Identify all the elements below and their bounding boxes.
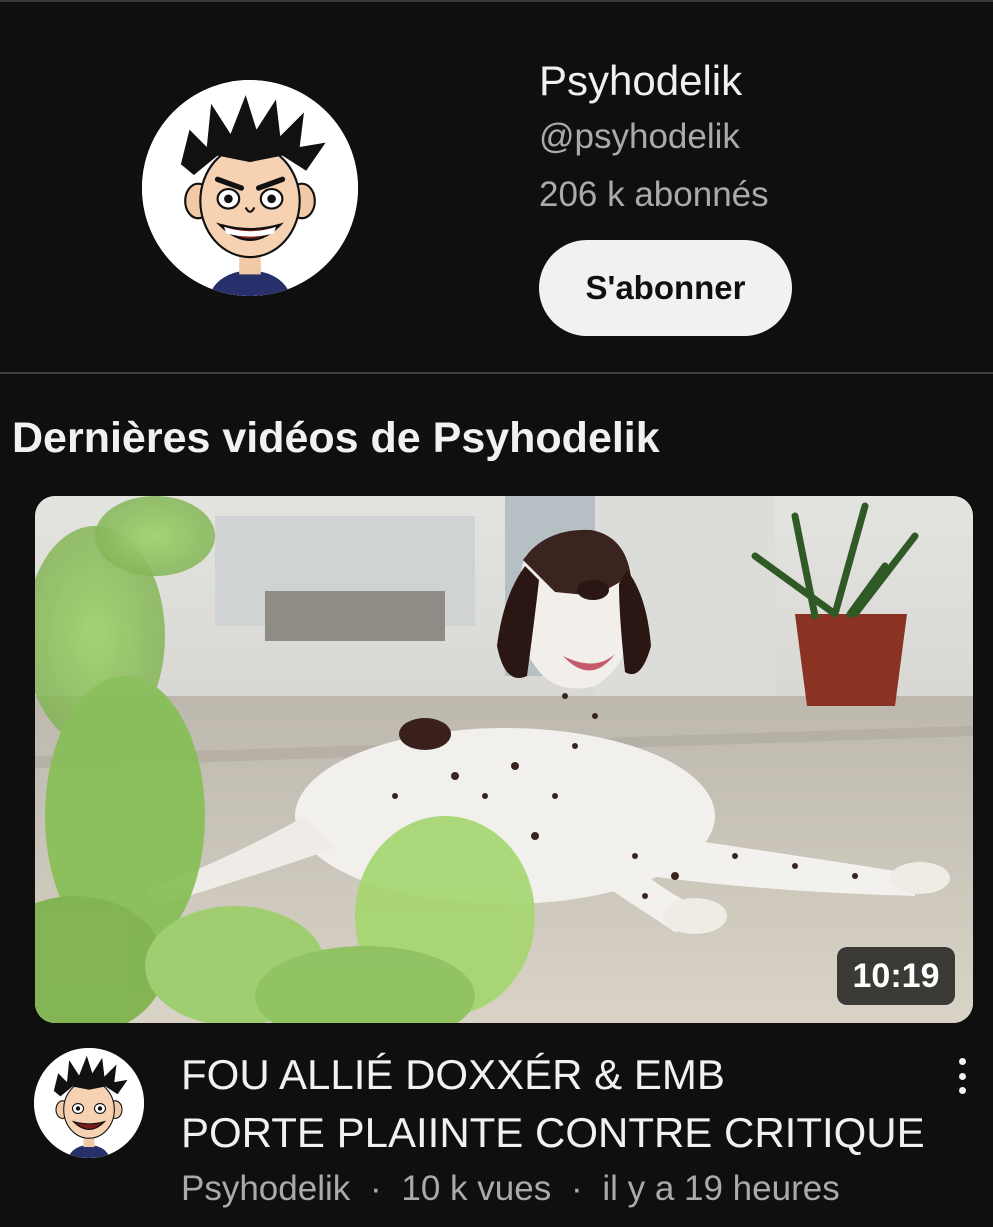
subscriber-count: 206 k abonnés — [539, 175, 769, 214]
channel-info: Psyhodelik @psyhodelik 206 k abonnés — [539, 54, 769, 220]
channel-avatar[interactable] — [142, 80, 358, 296]
cartoon-avatar-icon — [34, 1048, 144, 1158]
dog-thumbnail-image — [35, 496, 973, 1023]
more-dot — [958, 1058, 966, 1065]
meta-separator: · — [370, 1169, 382, 1208]
video-title-line-1: FOU ALLIÉ DOXXÉR & EMB — [181, 1051, 725, 1098]
more-dot — [958, 1087, 966, 1094]
channel-name[interactable]: Psyhodelik — [539, 54, 769, 108]
channel-header: Psyhodelik @psyhodelik 206 k abonnés S'a… — [0, 2, 993, 374]
video-channel-avatar[interactable] — [34, 1048, 144, 1158]
upload-age: il y a 19 heures — [602, 1169, 840, 1208]
video-channel-name[interactable]: Psyhodelik — [181, 1169, 350, 1208]
video-title[interactable]: FOU ALLIÉ DOXXÉR & EMB PORTE PLAIINTE CO… — [181, 1046, 926, 1162]
more-vertical-icon[interactable] — [944, 1054, 980, 1098]
cartoon-avatar-icon — [142, 80, 358, 296]
video-thumbnail[interactable]: 10:19 — [35, 496, 973, 1023]
meta-separator: · — [570, 1169, 583, 1208]
channel-page: Psyhodelik @psyhodelik 206 k abonnés S'a… — [0, 0, 993, 1227]
video-metadata: Psyhodelik · 10 k vues · il y a 19 heure… — [181, 1165, 840, 1213]
duration-badge: 10:19 — [837, 947, 955, 1005]
view-count: 10 k vues — [401, 1169, 552, 1208]
subscribe-button[interactable]: S'abonner — [539, 240, 792, 336]
channel-handle: @psyhodelik — [539, 117, 740, 156]
video-title-line-2: PORTE PLAIINTE CONTRE CRITIQUE — [181, 1109, 925, 1156]
more-dot — [958, 1072, 966, 1080]
section-title: Dernières vidéos de Psyhodelik — [12, 414, 660, 462]
